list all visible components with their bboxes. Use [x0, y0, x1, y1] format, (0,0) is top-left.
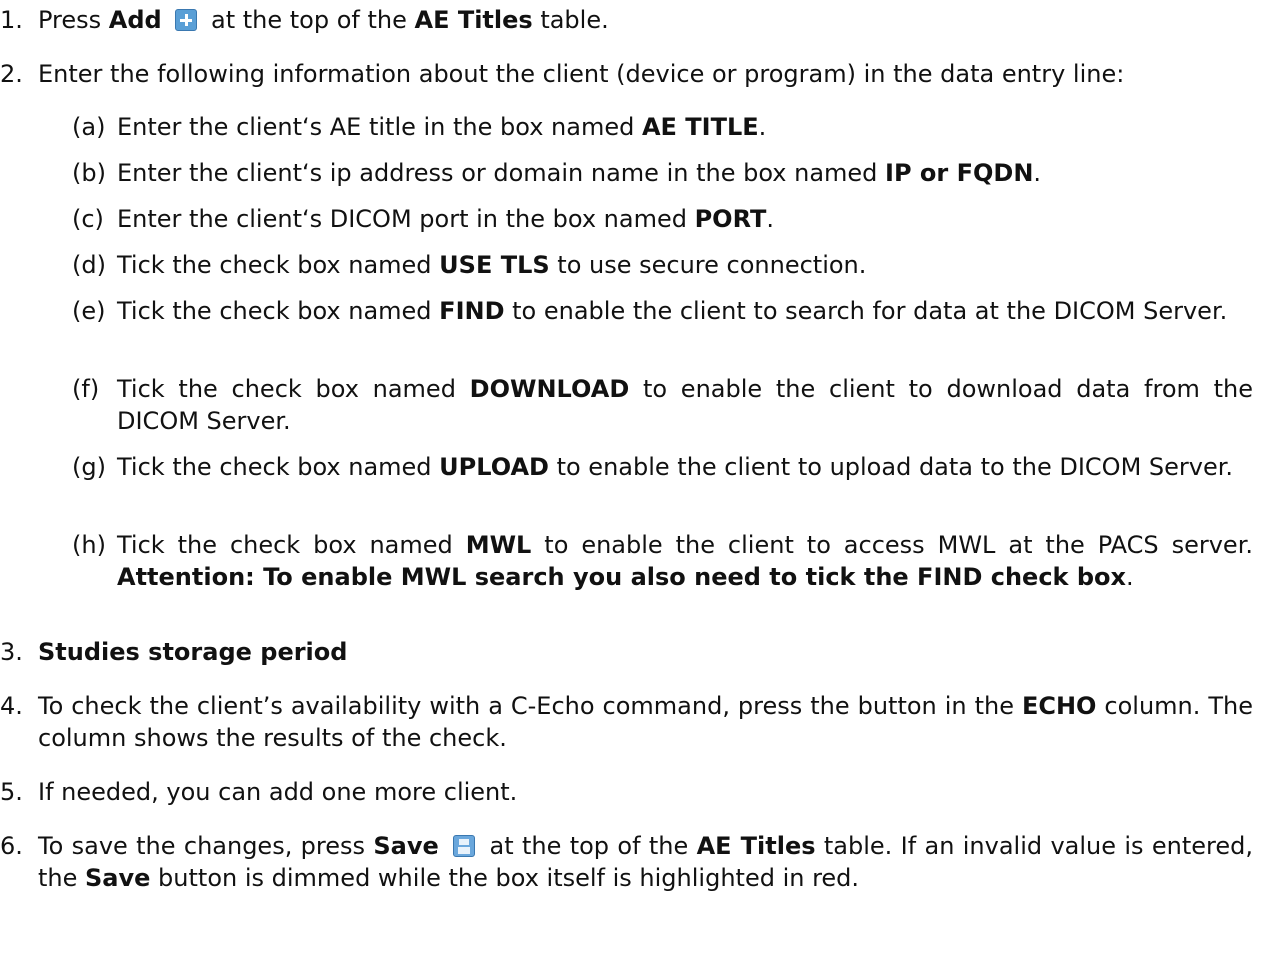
add-label: Add: [108, 6, 162, 34]
step-text: Enter the following information about th…: [38, 60, 1125, 88]
mwl-attention-note: Attention: To enable MWL search you also…: [117, 563, 1127, 591]
step-number: 3.: [0, 638, 23, 666]
save-floppy-icon: [453, 835, 476, 857]
step-number: 1.: [0, 6, 23, 34]
step-number: 2.: [0, 60, 23, 88]
studies-storage-period-label: Studies storage period: [38, 638, 348, 666]
save-label: Save: [373, 832, 439, 860]
add-plus-icon: [175, 9, 198, 31]
step-text: Press Add at the top of the AE Titles ta…: [38, 6, 609, 34]
step-number: 5.: [0, 778, 23, 806]
step-number: 4.: [0, 692, 23, 720]
ae-titles-label: AE Titles: [414, 6, 533, 34]
step-number: 6.: [0, 832, 23, 860]
instructions-page: 1. Press Add at the top of the AE Titles…: [0, 6, 1254, 892]
